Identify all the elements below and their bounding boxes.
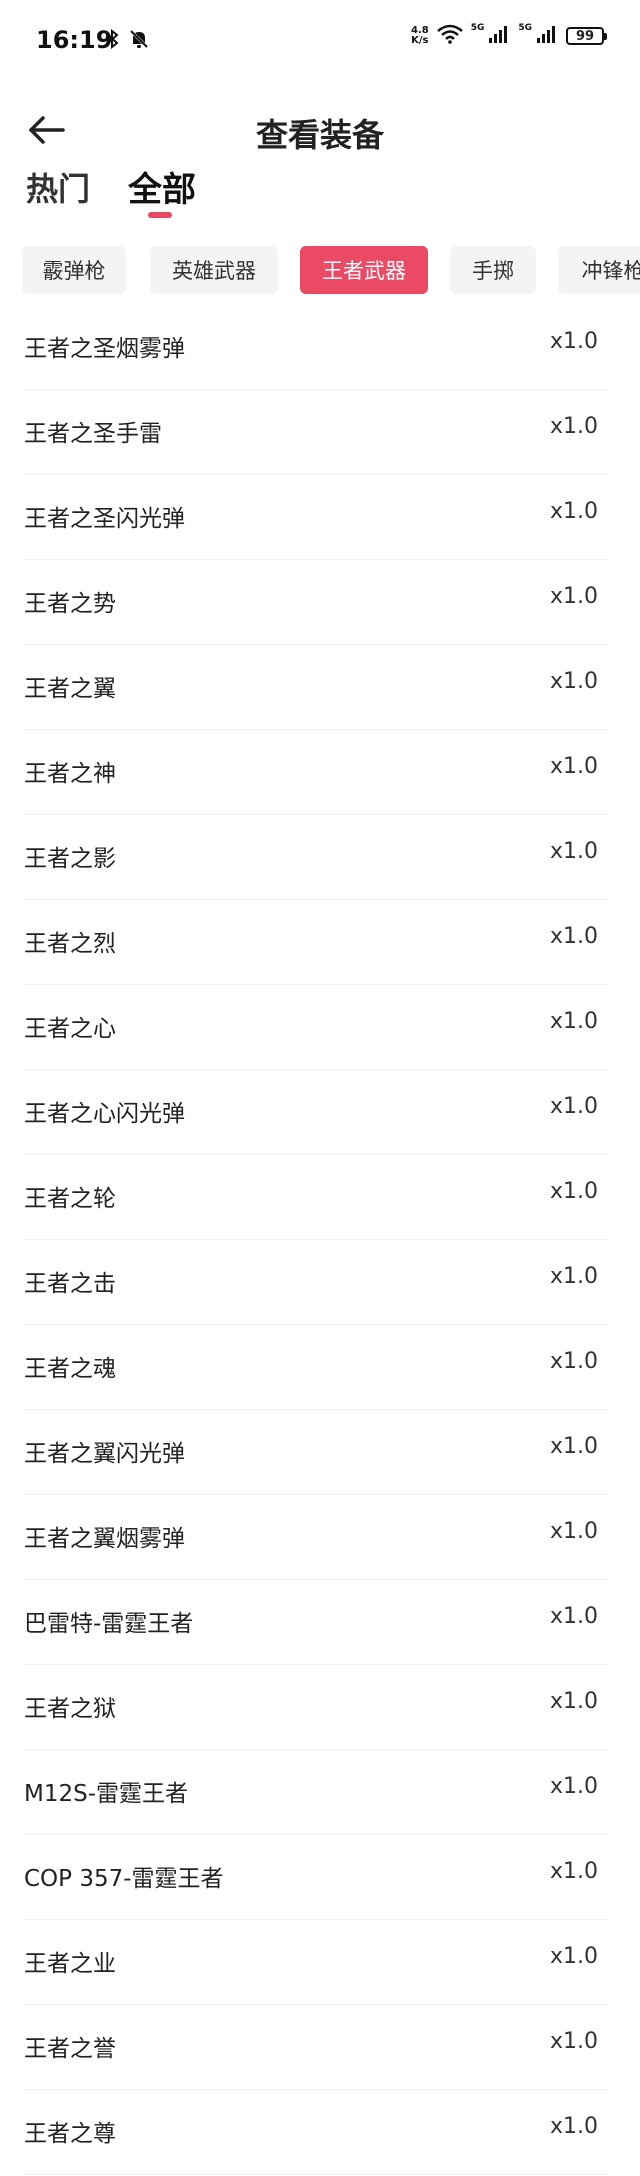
item-name: 王者之翼烟雾弹 — [24, 1526, 185, 1552]
item-name: 王者之翼 — [24, 676, 116, 702]
item-name: 王者之轮 — [24, 1186, 116, 1212]
list-item[interactable]: 王者之烈 x1.0 — [24, 900, 608, 985]
list-item[interactable]: 巴雷特-雷霆王者 x1.0 — [24, 1580, 608, 1665]
item-name: 王者之业 — [24, 1951, 116, 1977]
item-multiplier: x1.0 — [549, 669, 598, 694]
list-item[interactable]: 王者之狱 x1.0 — [24, 1665, 608, 1750]
status-time: 16:19 — [36, 26, 113, 54]
list-item[interactable]: 王者之圣手雷 x1.0 — [24, 390, 608, 475]
item-multiplier: x1.0 — [549, 1519, 598, 1544]
item-multiplier: x1.0 — [549, 2029, 598, 2054]
item-name: COP 357-雷霆王者 — [24, 1866, 224, 1892]
item-multiplier: x1.0 — [549, 1944, 598, 1969]
item-multiplier: x1.0 — [549, 1434, 598, 1459]
mute-bell-icon — [128, 28, 150, 54]
list-item[interactable]: 王者之尊 x1.0 — [24, 2090, 608, 2175]
net-speed: 4.8 K/s — [411, 26, 429, 46]
item-name: M12S-雷霆王者 — [24, 1781, 189, 1807]
tab-all[interactable]: 全部 — [128, 162, 196, 211]
item-name: 王者之击 — [24, 1271, 116, 1297]
item-multiplier: x1.0 — [549, 1094, 598, 1119]
chip-smg[interactable]: 冲锋枪 — [558, 246, 640, 294]
top-tabs: 热门 全部 — [0, 160, 640, 230]
tab-hot[interactable]: 热门 — [26, 164, 90, 210]
list-item[interactable]: 王者之势 x1.0 — [24, 560, 608, 645]
page-title: 查看装备 — [255, 116, 384, 154]
item-multiplier: x1.0 — [549, 1009, 598, 1034]
item-multiplier: x1.0 — [549, 1774, 598, 1799]
wifi-icon — [436, 24, 463, 48]
item-multiplier: x1.0 — [549, 2114, 598, 2139]
list-item[interactable]: 王者之业 x1.0 — [24, 1920, 608, 2005]
item-multiplier: x1.0 — [549, 839, 598, 864]
item-multiplier: x1.0 — [549, 1264, 598, 1289]
list-item[interactable]: 王者之神 x1.0 — [24, 730, 608, 815]
item-multiplier: x1.0 — [549, 1179, 598, 1204]
item-multiplier: x1.0 — [549, 1859, 598, 1884]
list-item[interactable]: 王者之魂 x1.0 — [24, 1325, 608, 1410]
chip-shotgun[interactable]: 霰弹枪 — [22, 246, 126, 294]
status-right-icons: 4.8 K/s 5G 5G 99 — [411, 23, 607, 48]
status-left-icons — [104, 28, 150, 54]
list-item[interactable]: 王者之击 x1.0 — [24, 1240, 608, 1325]
signal-icon — [488, 24, 510, 48]
signal1-label: 5G — [470, 23, 485, 33]
chip-hero-weapon[interactable]: 英雄武器 — [150, 246, 278, 294]
item-name: 王者之魂 — [24, 1356, 116, 1382]
list-item[interactable]: 王者之影 x1.0 — [24, 815, 608, 900]
list-item[interactable]: 王者之翼 x1.0 — [24, 645, 608, 730]
chip-king-weapon[interactable]: 王者武器 — [300, 246, 428, 294]
item-name: 王者之势 — [24, 591, 116, 617]
net-speed-unit: K/s — [411, 35, 429, 46]
item-name: 王者之誉 — [24, 2036, 116, 2062]
list-item[interactable]: 王者之翼烟雾弹 x1.0 — [24, 1495, 608, 1580]
item-name: 王者之圣手雷 — [24, 421, 162, 447]
list-item[interactable]: COP 357-雷霆王者 x1.0 — [24, 1835, 608, 1920]
item-multiplier: x1.0 — [549, 1604, 598, 1629]
signal-icon — [536, 24, 558, 48]
list-item[interactable]: 王者之心闪光弹 x1.0 — [24, 1070, 608, 1155]
list-item[interactable]: 王者之圣烟雾弹 x1.0 — [24, 305, 608, 390]
item-multiplier: x1.0 — [549, 414, 598, 439]
status-bar: 16:19 4.8 K/s 5G 5G 99 — [0, 0, 640, 88]
item-name: 王者之尊 — [24, 2121, 116, 2147]
bluetooth-icon — [104, 28, 120, 54]
item-name: 王者之影 — [24, 846, 116, 872]
item-name: 王者之烈 — [24, 931, 116, 957]
tab-active-indicator — [148, 212, 172, 218]
list-item[interactable]: 王者之翼闪光弹 x1.0 — [24, 1410, 608, 1495]
battery-icon: 99 — [566, 27, 607, 45]
category-chips: 霰弹枪 英雄武器 王者武器 手掷 冲锋枪 — [0, 242, 640, 296]
list-item[interactable]: 王者之誉 x1.0 — [24, 2005, 608, 2090]
list-item[interactable]: M12S-雷霆王者 x1.0 — [24, 1750, 608, 1835]
item-multiplier: x1.0 — [549, 924, 598, 949]
item-name: 巴雷特-雷霆王者 — [24, 1611, 194, 1637]
item-name: 王者之心闪光弹 — [24, 1101, 185, 1127]
item-name: 王者之翼闪光弹 — [24, 1441, 185, 1467]
item-multiplier: x1.0 — [549, 1689, 598, 1714]
battery-level: 99 — [575, 28, 595, 44]
item-multiplier: x1.0 — [549, 754, 598, 779]
item-multiplier: x1.0 — [549, 329, 598, 354]
list-item[interactable]: 王者之心 x1.0 — [24, 985, 608, 1070]
item-name: 王者之狱 — [24, 1696, 116, 1722]
item-name: 王者之神 — [24, 761, 116, 787]
equipment-list: 王者之圣烟雾弹 x1.0 王者之圣手雷 x1.0 王者之圣闪光弹 x1.0 王者之势 x… — [0, 305, 640, 2175]
item-name: 王者之圣闪光弹 — [24, 506, 185, 532]
signal2-label: 5G — [518, 23, 532, 33]
item-name: 王者之圣烟雾弹 — [24, 336, 185, 362]
chip-throwable[interactable]: 手掷 — [450, 246, 536, 294]
item-multiplier: x1.0 — [549, 584, 598, 609]
item-multiplier: x1.0 — [549, 1349, 598, 1374]
list-item[interactable]: 王者之轮 x1.0 — [24, 1155, 608, 1240]
item-multiplier: x1.0 — [549, 499, 598, 524]
item-name: 王者之心 — [24, 1016, 116, 1042]
list-item[interactable]: 王者之圣闪光弹 x1.0 — [24, 475, 608, 560]
